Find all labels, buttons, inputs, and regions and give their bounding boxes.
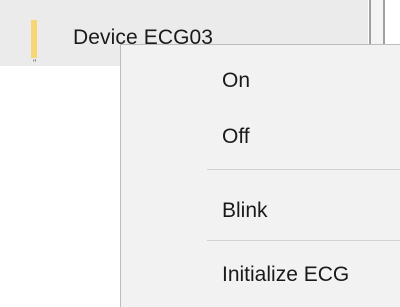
menu-item-on[interactable]: On <box>121 57 400 103</box>
device-status-icon <box>31 20 37 58</box>
menu-item-label: Initialize ECG <box>222 263 350 286</box>
menu-item-label: On <box>222 69 251 92</box>
menu-item-blink[interactable]: Blink <box>121 187 400 233</box>
menu-item-label: Off <box>222 125 250 148</box>
menu-item-label: Blink <box>222 199 268 222</box>
context-menu: On Off Blink Initialize ECG <box>120 44 400 307</box>
menu-item-off[interactable]: Off <box>121 113 400 159</box>
status-tick-icon: " <box>33 58 37 68</box>
adjacent-panel-edge <box>371 0 383 44</box>
menu-separator <box>207 169 400 170</box>
panel-divider <box>383 0 385 44</box>
panel-divider <box>369 0 371 44</box>
menu-separator <box>207 240 400 241</box>
menu-item-initialize-ecg[interactable]: Initialize ECG <box>121 251 400 297</box>
